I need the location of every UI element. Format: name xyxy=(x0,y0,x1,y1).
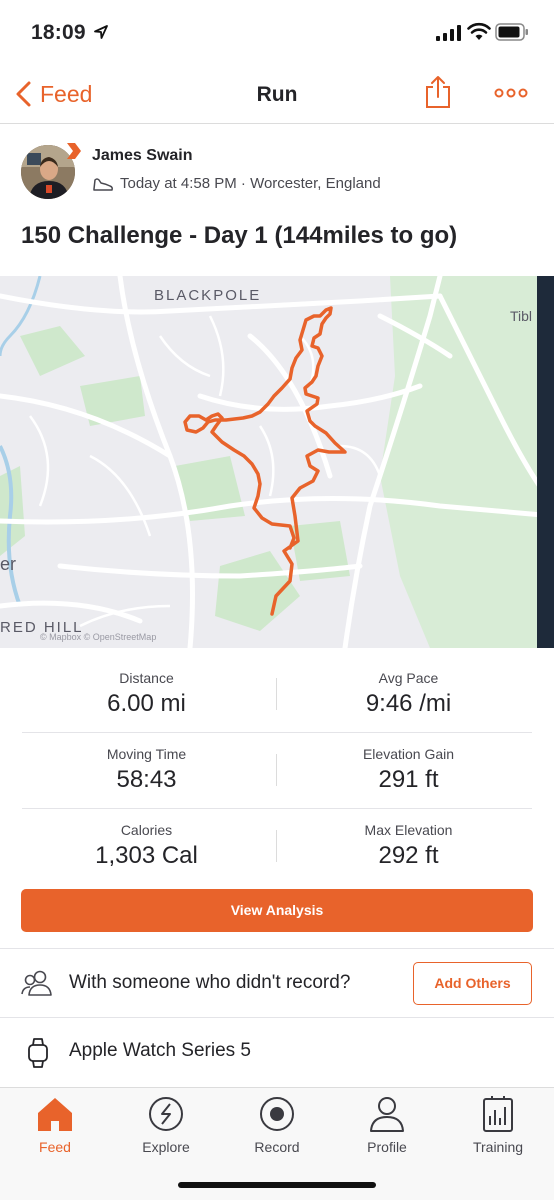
map-label-west: er xyxy=(0,554,17,574)
profile-icon xyxy=(370,1097,404,1132)
training-icon xyxy=(483,1096,513,1132)
athlete-header: James Swain Today at 4:58 PM · Worcester… xyxy=(0,124,554,214)
stat-value: 9:46 /mi xyxy=(365,690,452,717)
stat-elevation-gain: Elevation Gain 291 ft xyxy=(270,746,547,794)
map-canvas xyxy=(0,276,554,648)
tab-label: Training xyxy=(472,1139,524,1155)
stat-avg-pace: Avg Pace 9:46 /mi xyxy=(270,670,547,718)
stat-value: 291 ft xyxy=(378,766,439,793)
add-others-row: With someone who didn't record? Add Othe… xyxy=(0,949,554,1017)
device-name: Apple Watch Series 5 xyxy=(69,1040,251,1061)
tab-label: Feed xyxy=(39,1139,71,1155)
map-attribution: © Mapbox © OpenStreetMap xyxy=(40,632,157,642)
park-area xyxy=(20,326,85,376)
share-icon[interactable] xyxy=(424,75,452,109)
activity-title: 150 Challenge - Day 1 (144miles to go) xyxy=(21,222,458,249)
stat-label: Elevation Gain xyxy=(362,746,455,762)
compass-icon xyxy=(149,1097,183,1131)
route-map[interactable]: BLACKPOLE RED HILL Tibl er © Mapbox © Op… xyxy=(0,276,554,648)
tab-explore[interactable]: Explore xyxy=(111,1094,221,1155)
stat-label: Distance xyxy=(119,670,174,686)
record-icon xyxy=(260,1097,294,1131)
people-icon xyxy=(21,970,52,996)
stat-value: 6.00 mi xyxy=(107,690,186,717)
battery-icon xyxy=(495,23,528,41)
tab-profile[interactable]: Profile xyxy=(332,1094,442,1155)
stat-calories: Calories 1,303 Cal xyxy=(8,822,285,870)
activity-meta: Today at 4:58 PM · Worcester, England xyxy=(92,175,381,192)
add-others-button[interactable]: Add Others xyxy=(413,962,532,1005)
status-bar: 18:09 xyxy=(0,0,554,62)
nav-bar: Feed Run xyxy=(0,62,554,124)
athlete-name[interactable]: James Swain xyxy=(92,147,193,165)
more-options-icon[interactable] xyxy=(494,86,528,100)
shoe-icon xyxy=(93,177,113,191)
view-analysis-button[interactable]: View Analysis xyxy=(21,889,533,932)
stats-grid: Distance 6.00 mi Avg Pace 9:46 /mi Movin… xyxy=(0,656,554,884)
wifi-icon xyxy=(467,22,491,40)
strava-badge-icon xyxy=(67,143,81,159)
stat-label: Max Elevation xyxy=(364,822,453,838)
home-icon xyxy=(38,1098,72,1131)
stat-label: Moving Time xyxy=(106,746,187,762)
stat-label: Avg Pace xyxy=(378,670,439,686)
map-label-east: Tibl xyxy=(510,308,533,324)
stat-value: 292 ft xyxy=(378,842,439,869)
stat-max-elevation: Max Elevation 292 ft xyxy=(270,822,547,870)
tab-label: Explore xyxy=(142,1139,190,1155)
tab-record[interactable]: Record xyxy=(222,1094,332,1155)
page-title: Run xyxy=(256,83,298,106)
stats-row: Calories 1,303 Cal Max Elevation 292 ft xyxy=(0,808,554,884)
with-someone-text: With someone who didn't record? xyxy=(69,972,351,993)
status-time: 18:09 xyxy=(31,21,86,44)
stats-row: Distance 6.00 mi Avg Pace 9:46 /mi xyxy=(0,656,554,732)
stats-row: Moving Time 58:43 Elevation Gain 291 ft xyxy=(0,732,554,808)
tab-label: Record xyxy=(254,1139,300,1155)
tab-training[interactable]: Training xyxy=(443,1094,553,1155)
stat-value: 58:43 xyxy=(116,766,177,793)
activity-meta-text: Today at 4:58 PM · Worcester, England xyxy=(120,175,381,192)
stat-distance: Distance 6.00 mi xyxy=(8,670,285,718)
stat-moving-time: Moving Time 58:43 xyxy=(8,746,285,794)
avatar-container[interactable] xyxy=(21,143,81,201)
stat-label: Calories xyxy=(120,822,173,838)
home-indicator xyxy=(178,1182,376,1188)
watch-icon xyxy=(28,1038,48,1068)
tab-label: Profile xyxy=(367,1139,407,1155)
cellular-signal-icon xyxy=(436,25,461,41)
stat-value: 1,303 Cal xyxy=(95,842,198,869)
map-label-north: BLACKPOLE xyxy=(154,287,262,304)
park-area xyxy=(215,551,300,631)
tab-feed[interactable]: Feed xyxy=(0,1094,110,1155)
location-arrow-icon xyxy=(94,25,108,39)
map-side-panel xyxy=(537,276,554,648)
device-row: Apple Watch Series 5 xyxy=(0,1018,554,1086)
